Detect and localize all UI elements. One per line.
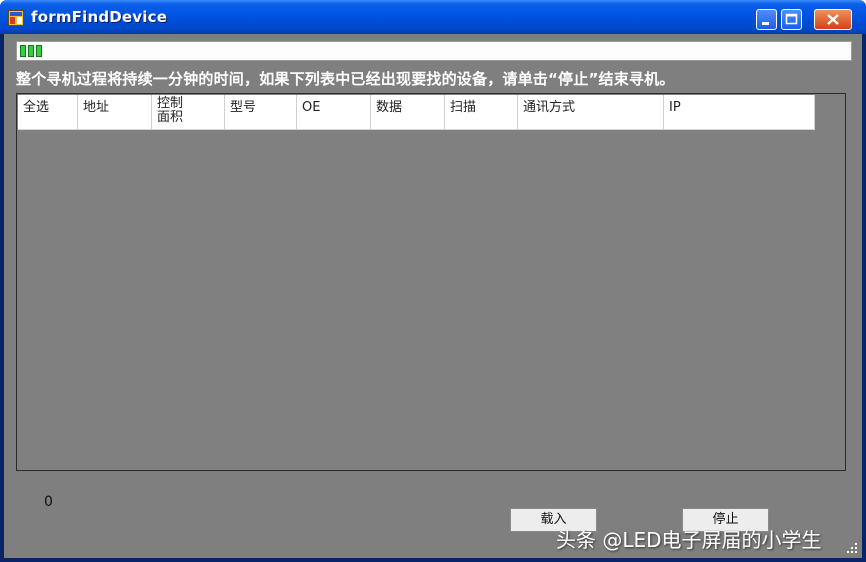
progress-block <box>28 45 34 57</box>
minimize-icon <box>762 22 769 25</box>
column-header-oe[interactable]: OE <box>297 95 371 129</box>
resize-grip-icon[interactable] <box>846 542 858 554</box>
search-progress-bar <box>16 41 852 61</box>
close-button[interactable] <box>814 9 852 30</box>
progress-block <box>20 45 26 57</box>
maximize-icon <box>785 13 798 25</box>
maximize-button[interactable] <box>781 9 802 30</box>
instruction-text: 整个寻机过程将持续一分钟的时间，如果下列表中已经出现要找的设备，请单击“停止”结… <box>16 70 675 88</box>
window: formFindDevice 整个寻机过程将持续一分钟的时间，如果下列表中已经出… <box>0 0 866 562</box>
device-count: 0 <box>44 494 53 510</box>
device-list[interactable]: 全选 地址 控制 面积 型号 OE 数据 扫描 通讯方式 IP <box>16 93 846 471</box>
title-bar[interactable]: formFindDevice <box>0 0 866 34</box>
column-header-ip[interactable]: IP <box>664 95 815 129</box>
column-header-comm-mode[interactable]: 通讯方式 <box>518 95 664 129</box>
client-area: 整个寻机过程将持续一分钟的时间，如果下列表中已经出现要找的设备，请单击“停止”结… <box>4 34 862 558</box>
column-header-address[interactable]: 地址 <box>78 95 152 129</box>
watermark-text: 头条 @LED电子屏届的小学生 <box>556 528 822 552</box>
window-title: formFindDevice <box>31 8 168 26</box>
column-header-data[interactable]: 数据 <box>371 95 445 129</box>
column-header-model[interactable]: 型号 <box>225 95 297 129</box>
close-icon <box>827 14 839 25</box>
progress-block <box>36 45 42 57</box>
minimize-button[interactable] <box>756 9 777 30</box>
list-header: 全选 地址 控制 面积 型号 OE 数据 扫描 通讯方式 IP <box>18 95 815 130</box>
column-header-scan[interactable]: 扫描 <box>445 95 518 129</box>
column-header-select-all[interactable]: 全选 <box>18 95 78 129</box>
column-header-control-area[interactable]: 控制 面积 <box>152 95 225 129</box>
app-icon <box>8 10 24 26</box>
